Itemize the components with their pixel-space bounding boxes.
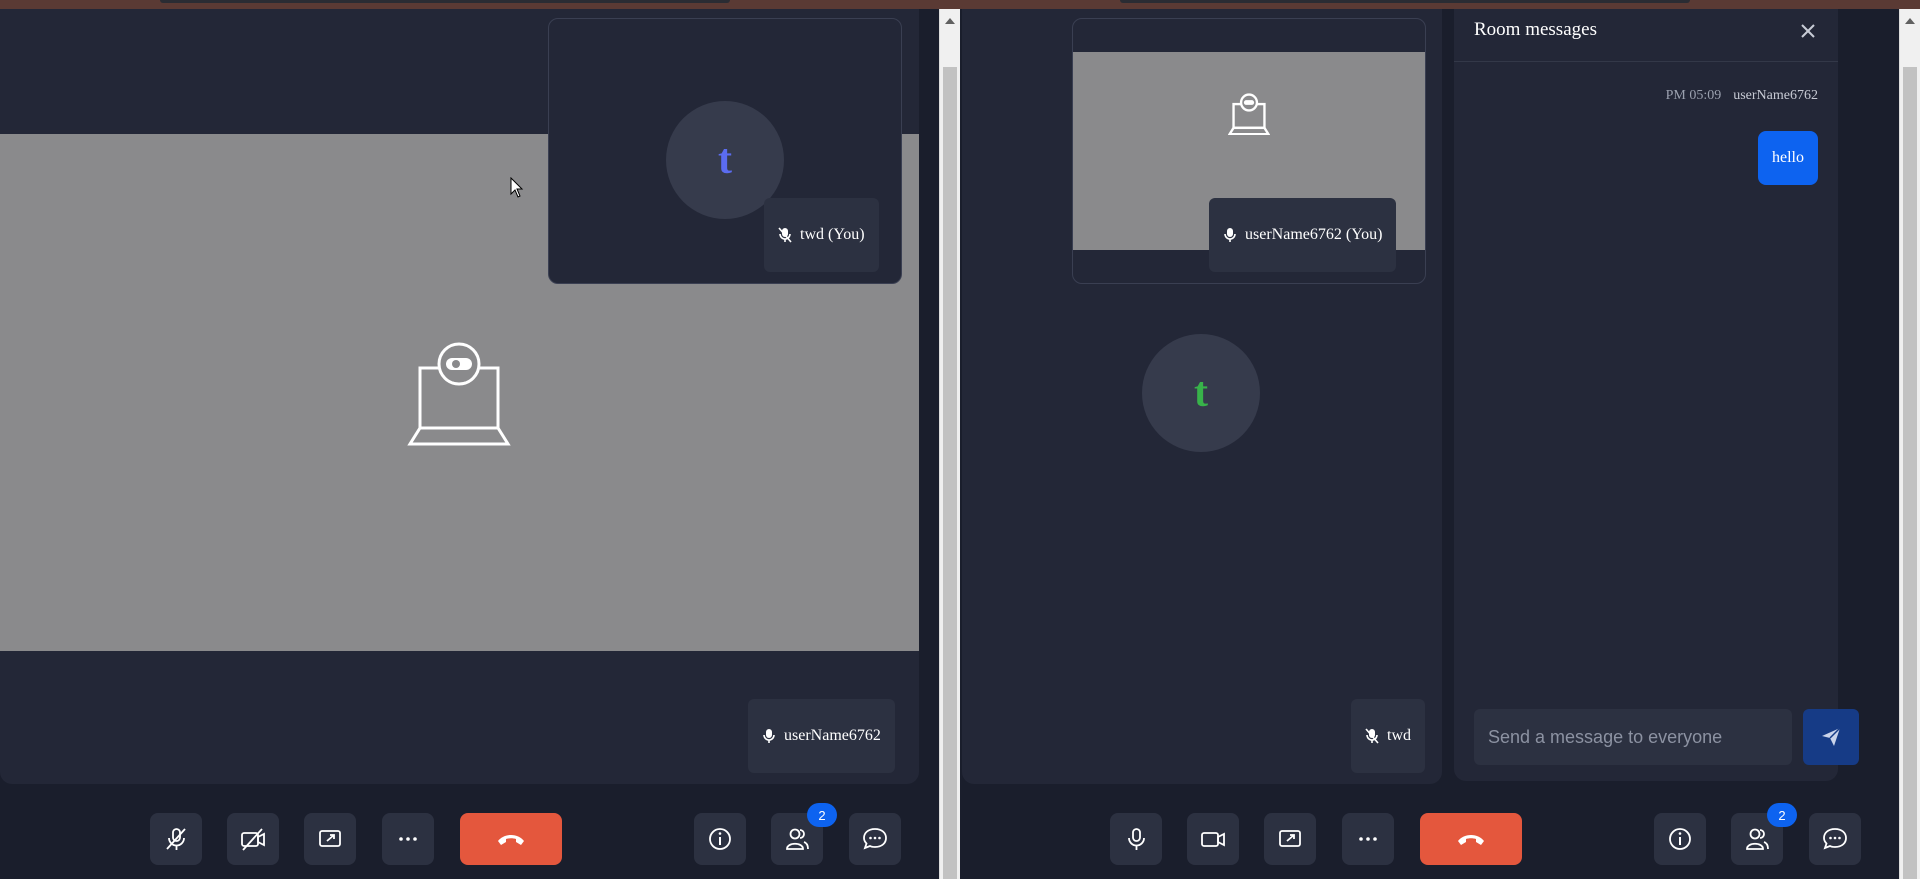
more-icon (1359, 837, 1377, 841)
right-meeting-window: userName6762 (You) t twd Room messages P… (960, 9, 1898, 879)
scroll-up-arrow-icon[interactable] (945, 18, 955, 24)
avatar-letter: t (718, 137, 732, 183)
mic-icon (763, 729, 775, 743)
message-bubble: hello (1758, 131, 1818, 185)
info-button[interactable] (694, 813, 746, 865)
mic-off-icon (166, 828, 186, 850)
participants-count-badge: 2 (807, 803, 837, 827)
tab-bar-segment (160, 0, 730, 3)
scrollbar[interactable] (1899, 9, 1920, 879)
message-sender: userName6762 (1733, 88, 1818, 103)
chat-button[interactable] (1809, 813, 1861, 865)
mute-button[interactable] (150, 813, 202, 865)
share-screen-button[interactable] (1264, 813, 1316, 865)
chat-button[interactable] (849, 813, 901, 865)
share-screen-icon (1279, 830, 1301, 847)
control-bar: 2 (0, 799, 938, 879)
control-bar: 2 (960, 799, 1898, 879)
close-icon[interactable] (1798, 21, 1818, 41)
tab-bar-segment (1120, 0, 1690, 3)
mic-off-icon (778, 227, 792, 243)
participant-name-tag: userName6762 (748, 699, 895, 773)
main-stage: userName6762 (You) t twd (962, 9, 1442, 784)
hangup-button[interactable] (1420, 813, 1522, 865)
scrollbar[interactable] (939, 9, 960, 879)
send-icon (1822, 727, 1841, 746)
self-name-label: userName6762 (You) (1245, 226, 1383, 243)
message-text: hello (1772, 149, 1804, 166)
message-meta: PM 05:09 userName6762 (1666, 88, 1818, 104)
self-name-tag: userName6762 (You) (1209, 198, 1397, 272)
participants-button[interactable]: 2 (771, 803, 837, 865)
main-stage: t twd (You) userName6762 (0, 9, 919, 784)
info-icon (709, 828, 731, 850)
more-options-button[interactable] (1342, 813, 1394, 865)
self-name-label: twd (You) (800, 226, 865, 243)
remote-avatar: t (1142, 334, 1260, 452)
participants-icon (786, 828, 809, 850)
avatar-letter: t (1194, 370, 1208, 416)
hangup-icon (498, 835, 524, 845)
chat-panel: Room messages PM 05:09 userName6762 hell… (1454, 9, 1859, 781)
left-meeting-window: t twd (You) userName6762 2 (0, 9, 938, 879)
camera-icon (1201, 832, 1225, 847)
message-time: PM 05:09 (1665, 88, 1722, 103)
hangup-button[interactable] (460, 813, 562, 865)
info-button[interactable] (1654, 813, 1706, 865)
chat-header: Room messages (1454, 9, 1838, 62)
participants-count-badge: 2 (1767, 803, 1797, 827)
participants-icon (1746, 828, 1769, 850)
mic-icon (1128, 828, 1145, 850)
more-options-button[interactable] (382, 813, 434, 865)
camera-off-placeholder-icon (1228, 93, 1270, 135)
participants-button[interactable]: 2 (1731, 803, 1797, 865)
self-video-tile[interactable]: userName6762 (You) (1072, 18, 1426, 284)
info-icon (1669, 828, 1691, 850)
chat-message-input[interactable] (1474, 709, 1792, 765)
scroll-up-arrow-icon[interactable] (1905, 18, 1915, 24)
mic-off-icon (1365, 728, 1379, 744)
send-button[interactable] (1803, 709, 1859, 765)
scrollbar-thumb[interactable] (1903, 67, 1917, 879)
mouse-cursor-icon (510, 177, 524, 198)
camera-off-placeholder-icon (407, 342, 511, 446)
participant-name-tag: twd (1351, 699, 1425, 773)
share-screen-button[interactable] (304, 813, 356, 865)
chat-icon (863, 828, 887, 850)
camera-off-icon (241, 828, 265, 851)
more-icon (399, 837, 417, 841)
camera-toggle-button[interactable] (1187, 813, 1239, 865)
mic-icon (1224, 228, 1236, 242)
self-name-tag: twd (You) (764, 198, 879, 272)
participant-name-label: twd (1387, 727, 1411, 744)
chat-title: Room messages (1474, 19, 1597, 40)
camera-toggle-button[interactable] (227, 813, 279, 865)
browser-top-strip (0, 0, 1920, 9)
self-video-tile[interactable]: t twd (You) (548, 18, 902, 284)
hangup-icon (1458, 835, 1484, 845)
participant-name-label: userName6762 (784, 727, 881, 744)
scrollbar-thumb[interactable] (943, 67, 957, 879)
mute-button[interactable] (1110, 813, 1162, 865)
share-screen-icon (319, 830, 341, 847)
chat-icon (1823, 828, 1847, 850)
